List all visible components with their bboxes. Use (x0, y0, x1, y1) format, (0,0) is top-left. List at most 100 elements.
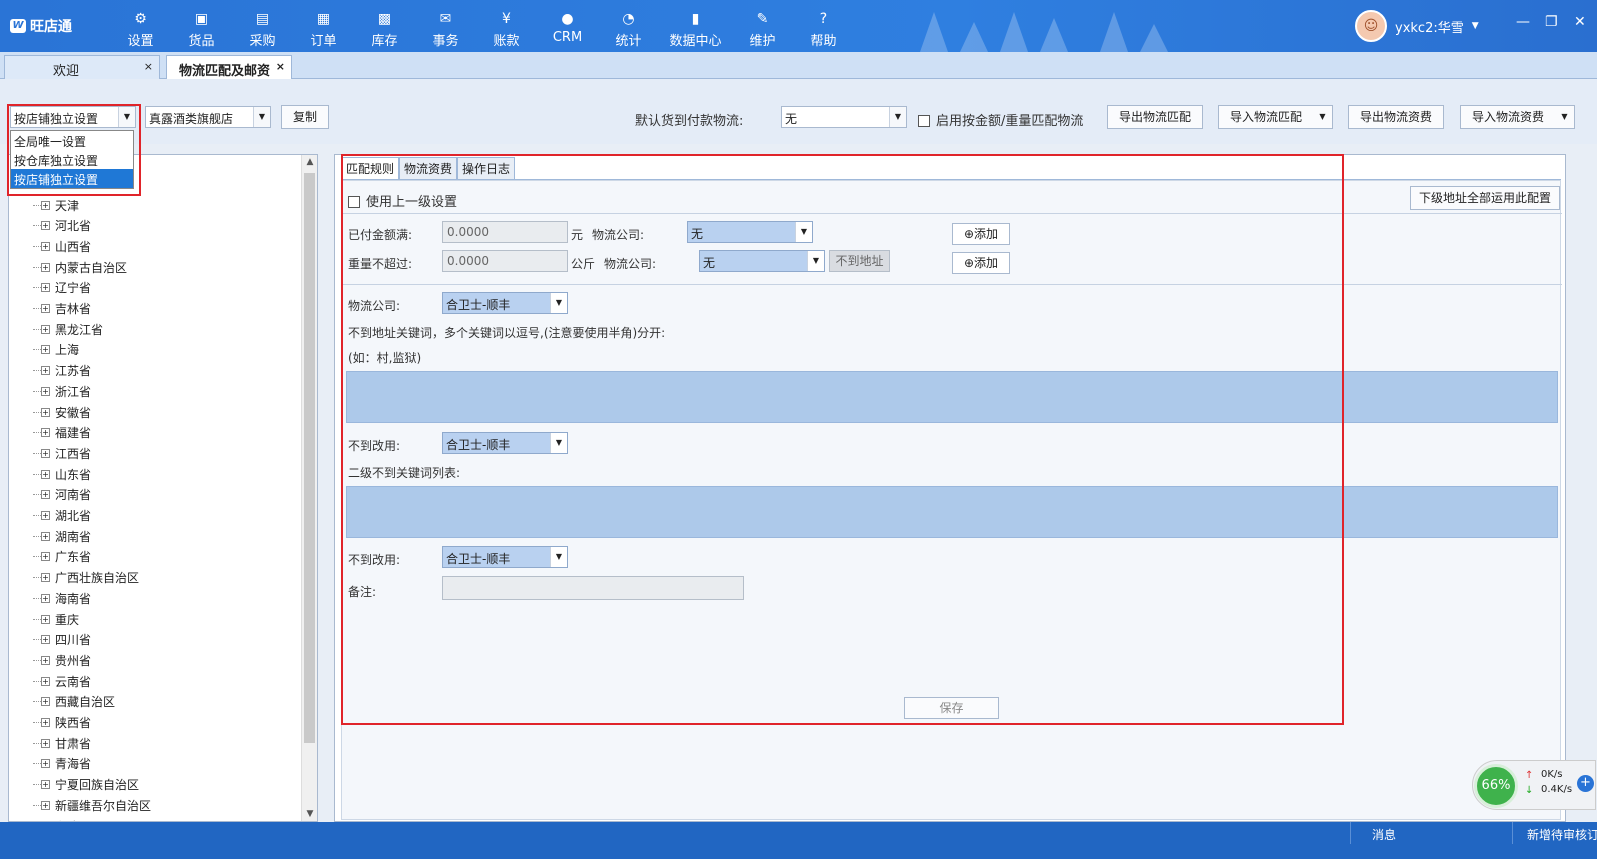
restore-button[interactable]: ❐ (1545, 14, 1558, 30)
expand-icon[interactable]: + (41, 552, 50, 562)
fallback-select[interactable]: 合卫士-顺丰 ▼ (442, 432, 568, 454)
pending-orders-link[interactable]: 新增待审核订 (1527, 826, 1597, 843)
expand-icon[interactable]: + (41, 780, 50, 790)
add-button-1[interactable]: ⊕添加 (952, 223, 1010, 245)
close-icon[interactable]: × (144, 60, 153, 73)
expand-icon[interactable]: + (41, 635, 50, 645)
tree-node[interactable]: + 广西壮族自治区 (33, 568, 139, 588)
tree-node[interactable]: + 黑龙江省 (33, 319, 103, 339)
expand-icon[interactable]: + (41, 593, 50, 603)
nav-message[interactable]: ✉ 事务 (415, 0, 476, 52)
tree-node[interactable]: + 甘肃省 (33, 733, 91, 753)
expand-icon[interactable]: + (41, 386, 50, 396)
enable-match-checkbox[interactable]: 启用按金额/重量匹配物流 (918, 110, 1083, 129)
dropdown-option[interactable]: 全局唯一设置 (11, 131, 133, 150)
close-icon[interactable]: × (276, 60, 285, 73)
tree-node[interactable]: + 宁夏回族自治区 (33, 775, 139, 795)
expand-icon[interactable]: + (41, 676, 50, 686)
company-select-1[interactable]: 无 ▼ (687, 221, 813, 243)
tree-node[interactable]: + 广东省 (33, 547, 91, 567)
expand-icon[interactable]: + (41, 324, 50, 334)
expand-icon[interactable]: + (41, 697, 50, 707)
company-select-2[interactable]: 无 ▼ (699, 250, 825, 272)
nav-clipboard[interactable]: ▦ 订单 (293, 0, 354, 52)
dropdown-option[interactable]: 按仓库独立设置 (11, 150, 133, 169)
expand-icon[interactable]: + (41, 221, 50, 231)
expand-icon[interactable]: + (41, 407, 50, 417)
tree-node[interactable]: + 上海 (33, 340, 79, 360)
expand-icon[interactable]: + (41, 200, 50, 210)
tree-node[interactable]: + 江西省 (33, 443, 91, 463)
tree-node[interactable]: + 湖北省 (33, 506, 91, 526)
shop-select[interactable]: 真露酒类旗舰店 ▼ (145, 106, 271, 128)
tree-node[interactable]: + 江苏省 (33, 361, 91, 381)
expand-icon[interactable]: + (41, 469, 50, 479)
tree-node[interactable]: + 云南省 (33, 671, 91, 691)
expand-icon[interactable]: + (41, 283, 50, 293)
tab-welcome[interactable]: 欢迎 × (4, 55, 160, 79)
expand-icon[interactable]: + (41, 800, 50, 810)
nav-pie-chart[interactable]: ◔ 统计 (598, 0, 659, 52)
tab-logistics-fee[interactable]: 物流资费 (399, 157, 458, 179)
tree-node[interactable]: + 吉林省 (33, 299, 91, 319)
expand-icon[interactable]: + (41, 531, 50, 541)
tree-node[interactable]: + 天津 (33, 195, 79, 215)
dropdown-option-selected[interactable]: 按店铺独立设置 (11, 169, 133, 188)
expand-icon[interactable]: + (41, 718, 50, 727)
memory-gauge[interactable]: 66% (1474, 764, 1518, 808)
tree-node[interactable]: + 福建省 (33, 423, 91, 443)
no-reach-button[interactable]: 不到地址 (829, 250, 890, 272)
expand-icon[interactable]: + (41, 738, 50, 748)
tree-node[interactable]: + 贵州省 (33, 650, 91, 670)
tab-operation-log[interactable]: 操作日志 (457, 157, 516, 179)
scroll-thumb[interactable] (304, 173, 315, 743)
logistics-select[interactable]: 合卫士-顺丰 ▼ (442, 292, 568, 314)
paid-amount-field[interactable]: 0.0000 (442, 221, 568, 243)
expand-icon[interactable]: + (41, 490, 50, 500)
tree-node[interactable]: + 湖南省 (33, 526, 91, 546)
expand-icon[interactable]: + (41, 655, 50, 665)
export-fee-button[interactable]: 导出物流资费 (1348, 105, 1444, 129)
export-match-button[interactable]: 导出物流匹配 (1107, 105, 1203, 129)
tab-logistics-match[interactable]: 物流匹配及邮资 × (166, 55, 292, 79)
messages-link[interactable]: 消息 (1372, 826, 1396, 843)
copy-button[interactable]: 复制 (281, 105, 329, 129)
nav-user[interactable]: ● CRM (537, 0, 598, 52)
expand-icon[interactable]: + (41, 241, 50, 251)
scope-select[interactable]: 按店铺独立设置 ▼ (10, 106, 136, 128)
import-match-button[interactable]: 导入物流匹配 (1218, 105, 1314, 129)
plus-icon[interactable]: + (1577, 775, 1594, 792)
nav-gear[interactable]: ⚙ 设置 (110, 0, 171, 52)
minimize-button[interactable]: — (1516, 14, 1530, 30)
tree-node[interactable]: + 四川省 (33, 630, 91, 650)
add-button-2[interactable]: ⊕添加 (952, 252, 1010, 274)
tree-node[interactable]: + 西藏自治区 (33, 692, 115, 712)
default-logistics-select[interactable]: 无 ▼ (781, 106, 907, 128)
user-menu[interactable]: ☺ yxkc2:华雪 ▼ (1355, 10, 1479, 42)
close-button[interactable]: ✕ (1574, 14, 1586, 30)
scroll-up-icon[interactable]: ▲ (302, 157, 317, 167)
tree-node[interactable]: + 海南省 (33, 588, 91, 608)
nav-grid[interactable]: ▩ 库存 (354, 0, 415, 52)
tree-node[interactable]: + 河南省 (33, 485, 91, 505)
import-fee-dropdown[interactable]: ▼ (1555, 105, 1575, 129)
save-button[interactable]: 保存 (904, 697, 999, 719)
expand-icon[interactable]: + (41, 366, 50, 376)
tab-match-rules[interactable]: 匹配规则 (341, 157, 400, 179)
tree-node[interactable]: + 内蒙古自治区 (33, 257, 127, 277)
tree-node[interactable]: + 新疆维吾尔自治区 (33, 795, 151, 815)
expand-icon[interactable]: + (41, 428, 50, 438)
expand-icon[interactable]: + (41, 304, 50, 313)
keyword-textarea[interactable] (346, 371, 1558, 423)
nav-wrench[interactable]: ✎ 维护 (732, 0, 793, 52)
remark-field[interactable] (442, 576, 744, 600)
tree-node[interactable]: + 山东省 (33, 464, 91, 484)
nav-box[interactable]: ▣ 货品 (171, 0, 232, 52)
tree-node[interactable]: + 辽宁省 (33, 278, 91, 298)
nav-yen[interactable]: ¥ 账款 (476, 0, 537, 52)
expand-icon[interactable]: + (41, 511, 50, 520)
nav-bar-chart[interactable]: ▮ 数据中心 (659, 0, 732, 52)
use-parent-checkbox[interactable]: 使用上一级设置 (348, 191, 457, 210)
tree-node[interactable]: + 安徽省 (33, 402, 91, 422)
weight-field[interactable]: 0.0000 (442, 250, 568, 272)
